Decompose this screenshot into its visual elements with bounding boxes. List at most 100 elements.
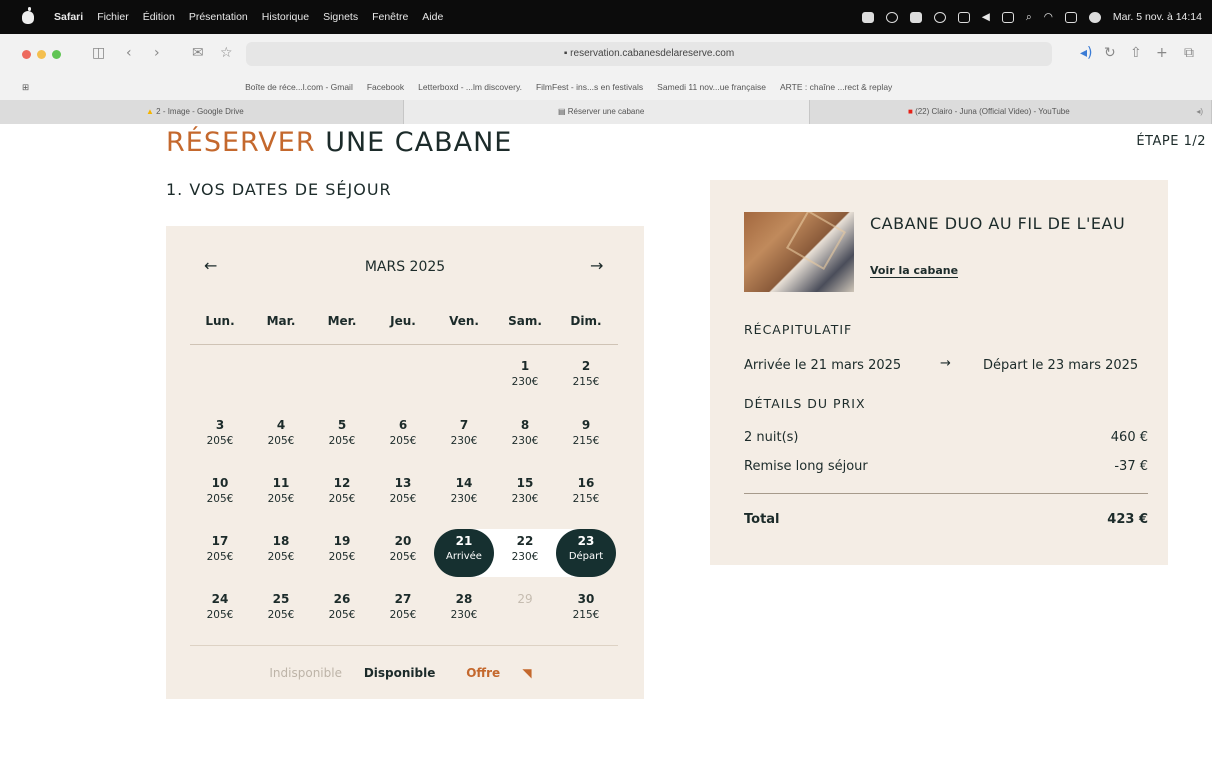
nights-label: 2 nuit(s) bbox=[744, 430, 799, 445]
calendar-day[interactable]: 24 205€ bbox=[190, 587, 250, 635]
favorite-link[interactable]: FilmFest - ins...s en festivals bbox=[536, 82, 643, 92]
calendar-day[interactable]: 6 205€ bbox=[373, 413, 433, 461]
legend-offer-label: Offre bbox=[466, 666, 501, 680]
calendar-day-in-range[interactable]: 22 230€ bbox=[495, 529, 555, 577]
title-rest: UNE CABANE bbox=[325, 127, 513, 158]
menu-signets[interactable]: Signets bbox=[323, 11, 358, 23]
menu-app-name[interactable]: Safari bbox=[54, 11, 83, 23]
tab-reserver[interactable]: ▤ Réserver une cabane bbox=[404, 100, 810, 124]
calendar-day[interactable]: 3 205€ bbox=[190, 413, 250, 461]
calendar-day[interactable]: 10 205€ bbox=[190, 471, 250, 519]
calendar-day[interactable]: 16 215€ bbox=[556, 471, 616, 519]
calendar-day[interactable]: 5 205€ bbox=[312, 413, 372, 461]
calendar-divider bbox=[190, 344, 618, 345]
calendar-day[interactable]: 17 205€ bbox=[190, 529, 250, 577]
title-accent: RÉSERVER bbox=[166, 127, 316, 158]
calendar-day[interactable]: 14 230€ bbox=[434, 471, 494, 519]
wifi-icon[interactable]: ◠ bbox=[1044, 11, 1053, 23]
back-icon[interactable]: ‹ bbox=[126, 45, 132, 61]
drive-icon: ▲ bbox=[146, 107, 157, 116]
battery-icon[interactable] bbox=[1001, 11, 1014, 23]
new-tab-icon[interactable]: + bbox=[1156, 45, 1168, 61]
calendar-day[interactable]: 30 215€ bbox=[556, 587, 616, 635]
calendar-day[interactable]: 2 215€ bbox=[556, 354, 616, 402]
menu-fichier[interactable]: Fichier bbox=[97, 11, 129, 23]
tab-overview-icon[interactable]: ⧉ bbox=[1184, 45, 1194, 61]
total-value: 423 € bbox=[1107, 512, 1148, 527]
recap-heading: RÉCAPITULATIF bbox=[744, 322, 853, 337]
favorite-link[interactable]: Facebook bbox=[367, 82, 404, 92]
menu-presentation[interactable]: Présentation bbox=[189, 11, 248, 23]
calendar-day-departure[interactable]: 23 Départ bbox=[556, 529, 616, 577]
zoom-window-button[interactable] bbox=[52, 49, 61, 59]
address-bar-url: reservation.cabanesdelareserve.com bbox=[570, 48, 735, 59]
next-month-button[interactable]: → bbox=[590, 256, 603, 275]
tab-label: 2 - Image - Google Drive bbox=[156, 107, 244, 116]
discount-label: Remise long séjour bbox=[744, 459, 868, 474]
control-center-icon[interactable] bbox=[1064, 11, 1077, 23]
address-bar[interactable]: ▪ reservation.cabanesdelareserve.com bbox=[246, 42, 1052, 66]
tab-label: Réserver une cabane bbox=[567, 107, 645, 116]
calendar-day[interactable]: 11 205€ bbox=[251, 471, 311, 519]
app-status-icon[interactable] bbox=[861, 11, 874, 23]
calendar-day[interactable]: 8 230€ bbox=[495, 413, 555, 461]
favorite-link[interactable]: Letterboxd - ...lm discovery. bbox=[418, 82, 522, 92]
calendar-day[interactable]: 9 215€ bbox=[556, 413, 616, 461]
calendar-day[interactable]: 27 205€ bbox=[373, 587, 433, 635]
calendar-day[interactable]: 13 205€ bbox=[373, 471, 433, 519]
share-icon[interactable]: ⇧ bbox=[1130, 45, 1142, 61]
menubar-clock[interactable]: Mar. 5 nov. à 14:14 bbox=[1113, 11, 1202, 23]
display-icon[interactable] bbox=[957, 11, 970, 23]
siri-icon[interactable] bbox=[1088, 11, 1101, 23]
calendar-day[interactable]: 26 205€ bbox=[312, 587, 372, 635]
cloud-icon[interactable] bbox=[933, 11, 946, 23]
favorite-link[interactable]: Samedi 11 nov...ue française bbox=[657, 82, 766, 92]
calendar-day[interactable]: 28 230€ bbox=[434, 587, 494, 635]
close-window-button[interactable] bbox=[22, 49, 31, 59]
tool-icon[interactable] bbox=[909, 11, 922, 23]
calendar-legend: Indisponible Disponible Offre ◥ bbox=[166, 666, 644, 680]
menu-edition[interactable]: Édition bbox=[143, 11, 175, 23]
calendar-day[interactable]: 1 230€ bbox=[495, 354, 555, 402]
legend-offer: Offre ◥ bbox=[457, 666, 540, 680]
legend-divider bbox=[190, 645, 618, 646]
apple-icon[interactable] bbox=[22, 6, 34, 24]
page-content: RÉSERVER UNE CABANE ÉTAPE 1/2 1. VOS DAT… bbox=[0, 124, 1212, 758]
cabin-photo[interactable] bbox=[744, 212, 854, 292]
price-details-heading: DÉTAILS DU PRIX bbox=[744, 396, 866, 411]
grid-icon[interactable]: ⊞ bbox=[22, 82, 29, 93]
tab-google-drive[interactable]: ▲ 2 - Image - Google Drive bbox=[0, 100, 404, 124]
sidebar-icon[interactable]: ◫ bbox=[92, 45, 105, 61]
tab-youtube[interactable]: ■ (22) Clairo - Juna (Official Video) - … bbox=[810, 100, 1212, 124]
calendar-day[interactable]: 18 205€ bbox=[251, 529, 311, 577]
view-cabin-link[interactable]: Voir la cabane bbox=[870, 264, 959, 278]
tab-audio-icon[interactable]: ◂) bbox=[1196, 100, 1203, 124]
volume-icon[interactable]: ◀︎ bbox=[982, 11, 990, 23]
weekday-label: Jeu. bbox=[390, 314, 416, 328]
search-icon[interactable]: ⌕ bbox=[1026, 11, 1032, 24]
favorite-link[interactable]: Boîte de réce...l.com - Gmail bbox=[245, 82, 353, 92]
menubar-status-area: ◀︎ ⌕ ◠ Mar. 5 nov. à 14:14 bbox=[861, 0, 1202, 34]
calendar-day[interactable]: 15 230€ bbox=[495, 471, 555, 519]
calendar-day[interactable]: 7 230€ bbox=[434, 413, 494, 461]
menu-historique[interactable]: Historique bbox=[262, 11, 309, 23]
calendar-day[interactable]: 25 205€ bbox=[251, 587, 311, 635]
calendar-day-arrival[interactable]: 21 Arrivée bbox=[434, 529, 494, 577]
calendar-day[interactable]: 20 205€ bbox=[373, 529, 433, 577]
menu-fenetre[interactable]: Fenêtre bbox=[372, 11, 408, 23]
weekday-label: Dim. bbox=[570, 314, 602, 328]
offer-corner-icon: ◥ bbox=[522, 666, 532, 680]
tab-label: (22) Clairo - Juna (Official Video) - Yo… bbox=[915, 107, 1070, 116]
minimize-window-button[interactable] bbox=[37, 49, 46, 59]
mail-icon[interactable]: ✉ bbox=[192, 45, 204, 61]
calendar-day[interactable]: 12 205€ bbox=[312, 471, 372, 519]
calendar-day[interactable]: 4 205€ bbox=[251, 413, 311, 461]
sync-icon[interactable] bbox=[885, 11, 898, 23]
menu-aide[interactable]: Aide bbox=[422, 11, 443, 23]
forward-icon[interactable]: › bbox=[154, 45, 160, 61]
audio-playing-icon[interactable]: ◂) bbox=[1080, 45, 1093, 61]
reload-icon[interactable]: ↻ bbox=[1104, 45, 1116, 61]
calendar-day[interactable]: 19 205€ bbox=[312, 529, 372, 577]
bookmark-star-icon[interactable]: ☆ bbox=[220, 45, 233, 61]
favorite-link[interactable]: ARTE : chaîne ...rect & replay bbox=[780, 82, 892, 92]
